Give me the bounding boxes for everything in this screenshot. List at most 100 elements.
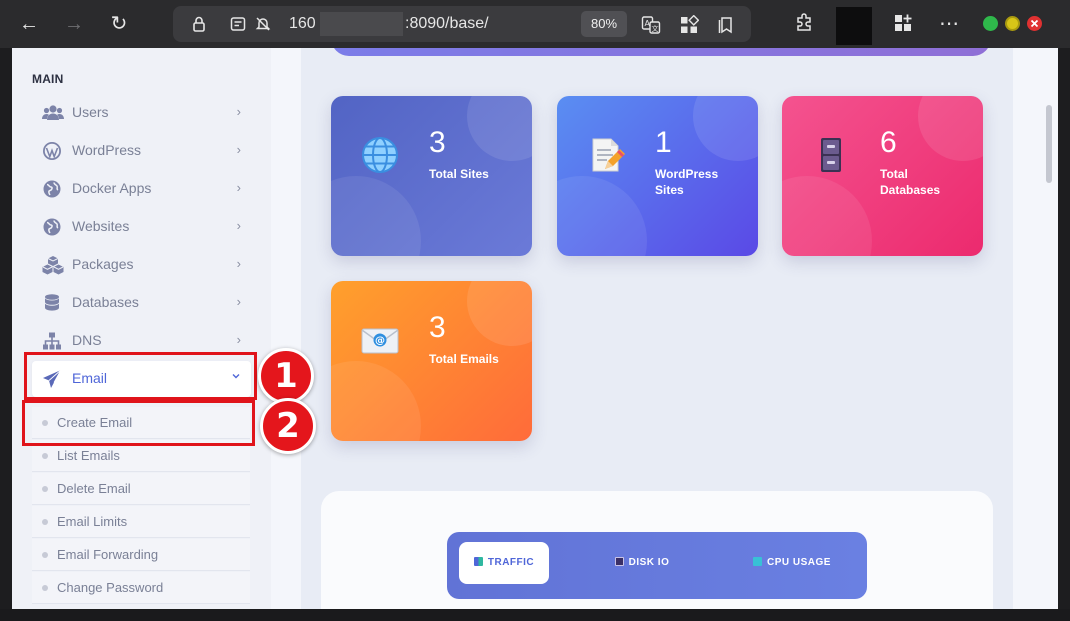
back-arrow-icon[interactable]: ← xyxy=(17,12,41,36)
site-info-icon[interactable] xyxy=(229,15,247,33)
submenu-label: Delete Email xyxy=(57,481,131,496)
card-decoration xyxy=(782,176,872,256)
svg-text:@: @ xyxy=(375,336,385,347)
window-minimize-icon[interactable] xyxy=(983,16,998,31)
window-close-icon[interactable] xyxy=(1027,16,1042,31)
stat-label: Total Sites xyxy=(429,167,489,181)
profile-avatar[interactable] xyxy=(836,7,872,45)
tab-disk-io[interactable]: DISK IO xyxy=(597,542,687,584)
main-content: 3 Total Sites 1 WordPress Sites 6 Total … xyxy=(301,48,1013,609)
extensions-puzzle-icon[interactable] xyxy=(793,12,817,36)
card-decoration xyxy=(693,96,758,161)
sidebar-item-label: DNS xyxy=(72,332,102,348)
chevron-right-icon: › xyxy=(236,332,241,347)
tab-label: TRAFFIC xyxy=(487,557,535,568)
bullet-dot-icon xyxy=(42,486,48,492)
sidebar-item-label: Databases xyxy=(72,294,139,310)
submenu-label: Email Limits xyxy=(57,514,128,529)
sidebar-cutoff-item xyxy=(42,48,152,50)
bullet-dot-icon xyxy=(42,519,48,525)
address-bar[interactable]: 160 :8090/base/ 80% A文 xyxy=(173,6,751,42)
globe-icon xyxy=(361,136,399,174)
stat-value: 1 xyxy=(655,126,672,159)
redacted-ip-block xyxy=(320,12,403,36)
stat-label: Total Databases xyxy=(880,167,941,197)
tab-traffic[interactable]: TRAFFIC xyxy=(459,542,549,584)
chevron-right-icon: › xyxy=(236,256,241,271)
sidebar: MAIN Users › WordPress › Docker Apps › W… xyxy=(12,48,271,609)
stat-card-wordpress-sites[interactable]: 1 WordPress Sites xyxy=(557,96,758,256)
globe-icon xyxy=(42,217,62,237)
graph-tab-bar: TRAFFIC DISK IO CPU USAGE xyxy=(447,532,867,599)
document-pen-icon xyxy=(587,136,625,174)
chevron-right-icon: › xyxy=(236,218,241,233)
usage-graph-panel: TRAFFIC DISK IO CPU USAGE xyxy=(321,491,993,609)
card-decoration xyxy=(467,281,532,346)
browser-toolbar: ← → ↻ 160 :8090/base/ 80% A文 ⋯ xyxy=(0,0,1070,48)
bullet-dot-icon xyxy=(42,585,48,591)
submenu-item-email-limits[interactable]: Email Limits xyxy=(32,506,250,538)
collections-icon[interactable] xyxy=(891,12,915,36)
sidebar-item-websites[interactable]: Websites › xyxy=(32,209,251,245)
scrollbar-thumb[interactable] xyxy=(1046,105,1052,183)
url-suffix: :8090/base/ xyxy=(405,15,489,32)
database-icon xyxy=(42,293,62,313)
stat-card-total-sites[interactable]: 3 Total Sites xyxy=(331,96,532,256)
stat-card-total-databases[interactable]: 6 Total Databases xyxy=(782,96,983,256)
sidebar-item-wordpress[interactable]: WordPress › xyxy=(32,133,251,169)
wordpress-icon xyxy=(42,141,62,161)
sitemap-icon xyxy=(42,331,62,351)
submenu-item-change-password[interactable]: Change Password xyxy=(32,572,250,604)
stat-label: WordPress Sites xyxy=(655,167,719,197)
step-badge-1: 1 xyxy=(258,348,314,404)
notifications-off-icon[interactable] xyxy=(254,15,272,33)
chevron-right-icon: › xyxy=(236,294,241,309)
lock-icon[interactable] xyxy=(190,15,208,33)
bar-chart-icon xyxy=(473,557,483,566)
sidebar-section-label: MAIN xyxy=(32,72,64,86)
chevron-right-icon: › xyxy=(236,142,241,157)
submenu-label: Email Forwarding xyxy=(57,547,159,562)
sidebar-item-databases[interactable]: Databases › xyxy=(32,285,251,321)
highlight-box-create-email xyxy=(22,400,255,446)
sidebar-item-label: Users xyxy=(72,104,109,120)
submenu-item-email-forwarding[interactable]: Email Forwarding xyxy=(32,539,250,571)
users-icon xyxy=(42,103,64,123)
bullet-dot-icon xyxy=(42,453,48,459)
submenu-label: List Emails xyxy=(57,448,120,463)
sidebar-item-label: Docker Apps xyxy=(72,180,152,196)
window-maximize-icon[interactable] xyxy=(1005,16,1020,31)
card-decoration xyxy=(467,96,532,161)
card-decoration xyxy=(331,361,421,441)
submenu-item-delete-email[interactable]: Delete Email xyxy=(32,473,250,505)
sidebar-item-users[interactable]: Users › xyxy=(32,95,251,131)
header-banner xyxy=(331,48,991,56)
sidebar-item-label: Packages xyxy=(72,256,134,272)
highlight-box-email-menu xyxy=(24,352,257,400)
forward-arrow-icon[interactable]: → xyxy=(62,12,86,36)
reading-list-icon[interactable] xyxy=(716,15,734,34)
tab-label: DISK IO xyxy=(628,557,670,568)
tab-cpu-usage[interactable]: CPU USAGE xyxy=(737,542,847,584)
more-options-icon[interactable]: ⋯ xyxy=(937,12,961,36)
floppy-disk-icon xyxy=(614,557,624,566)
apps-grid-icon[interactable] xyxy=(679,14,700,33)
sidebar-item-docker-apps[interactable]: Docker Apps › xyxy=(32,171,251,207)
card-decoration xyxy=(918,96,983,161)
chevron-right-icon: › xyxy=(236,180,241,195)
sidebar-item-packages[interactable]: Packages › xyxy=(32,247,251,283)
tab-label: CPU USAGE xyxy=(767,557,831,568)
submenu-label: Change Password xyxy=(57,580,164,595)
sidebar-item-label: Websites xyxy=(72,218,130,234)
zoom-level-button[interactable]: 80% xyxy=(581,11,627,37)
step-badge-2: 2 xyxy=(260,398,316,454)
translate-icon[interactable]: A文 xyxy=(641,15,661,34)
stat-value: 6 xyxy=(880,126,897,159)
page-viewport: MAIN Users › WordPress › Docker Apps › W… xyxy=(12,48,1058,609)
cpu-chip-icon xyxy=(753,557,763,566)
reload-icon[interactable]: ↻ xyxy=(107,12,131,36)
card-decoration xyxy=(557,176,647,256)
chevron-right-icon: › xyxy=(236,104,241,119)
stat-card-total-emails[interactable]: @ 3 Total Emails xyxy=(331,281,532,441)
cubes-icon xyxy=(42,255,64,275)
